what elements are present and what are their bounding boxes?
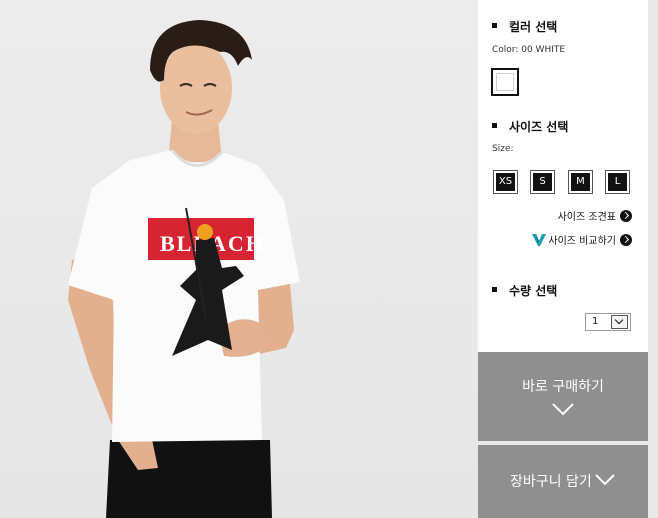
chevron-down-icon (595, 474, 615, 486)
arrow-circle-icon (620, 209, 632, 222)
quantity-value: 1 (592, 316, 599, 327)
add-to-cart-label: 장바구니 담기 (510, 474, 592, 490)
size-option-l[interactable]: L (605, 170, 630, 194)
add-to-cart-button[interactable]: 장바구니 담기 (478, 445, 648, 518)
bullet-icon (492, 123, 497, 128)
color-section-title: 컬러 선택 (492, 18, 557, 35)
bullet-icon (492, 23, 497, 28)
size-label: Size: (492, 144, 514, 154)
bullet-icon (492, 287, 497, 292)
page-edge (648, 0, 658, 518)
chevron-down-icon (552, 403, 574, 416)
product-photo: BLEACH (0, 0, 478, 518)
chevron-down-icon[interactable] (611, 315, 628, 329)
size-option-s[interactable]: S (530, 170, 555, 194)
size-compare-link-label: 사이즈 비교하기 (548, 236, 616, 247)
v-logo-icon (532, 233, 547, 246)
size-chart-link-label: 사이즈 조견표 (557, 212, 616, 223)
option-panel: 컬러 선택 Color: 00 WHITE 사이즈 선택 Size: XS S … (478, 0, 648, 352)
color-swatch-white[interactable] (491, 68, 519, 96)
buy-now-label: 바로 구매하기 (522, 379, 604, 395)
size-option-xs[interactable]: XS (493, 170, 518, 194)
quantity-select[interactable]: 1 (585, 313, 631, 331)
model-image: BLEACH (68, 20, 300, 518)
size-compare-link[interactable]: 사이즈 비교하기 (532, 232, 632, 247)
qty-section-title: 수량 선택 (492, 282, 557, 299)
size-option-m[interactable]: M (568, 170, 593, 194)
color-current-label: Color: 00 WHITE (492, 45, 566, 55)
size-chart-link[interactable]: 사이즈 조견표 (558, 208, 632, 223)
arrow-circle-icon (620, 233, 632, 246)
size-section-title: 사이즈 선택 (492, 118, 568, 135)
buy-now-button[interactable]: 바로 구매하기 (478, 352, 648, 441)
